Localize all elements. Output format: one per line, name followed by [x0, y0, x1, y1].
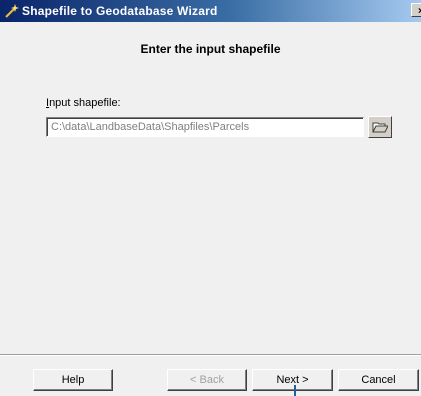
open-folder-icon: [372, 122, 388, 133]
input-shapefile-field[interactable]: [46, 117, 364, 137]
input-shapefile-label: Input shapefile:: [46, 97, 121, 109]
wand-icon: [3, 3, 19, 19]
callout-pointer: [294, 385, 296, 396]
back-button[interactable]: < Back: [167, 369, 247, 391]
help-button[interactable]: Help: [33, 369, 113, 391]
page-heading: Enter the input shapefile: [140, 42, 281, 56]
title-bar[interactable]: Shapefile to Geodatabase Wizard ×: [0, 0, 421, 22]
wizard-window: Shapefile to Geodatabase Wizard × Enter …: [0, 0, 421, 396]
next-button[interactable]: Next >: [252, 369, 333, 391]
close-button[interactable]: ×: [411, 3, 421, 17]
window-title: Shapefile to Geodatabase Wizard: [22, 4, 218, 18]
label-text: nput shapefile:: [49, 97, 121, 109]
browse-button[interactable]: [368, 116, 392, 138]
cancel-button[interactable]: Cancel: [338, 369, 419, 391]
footer-divider: [0, 354, 421, 356]
